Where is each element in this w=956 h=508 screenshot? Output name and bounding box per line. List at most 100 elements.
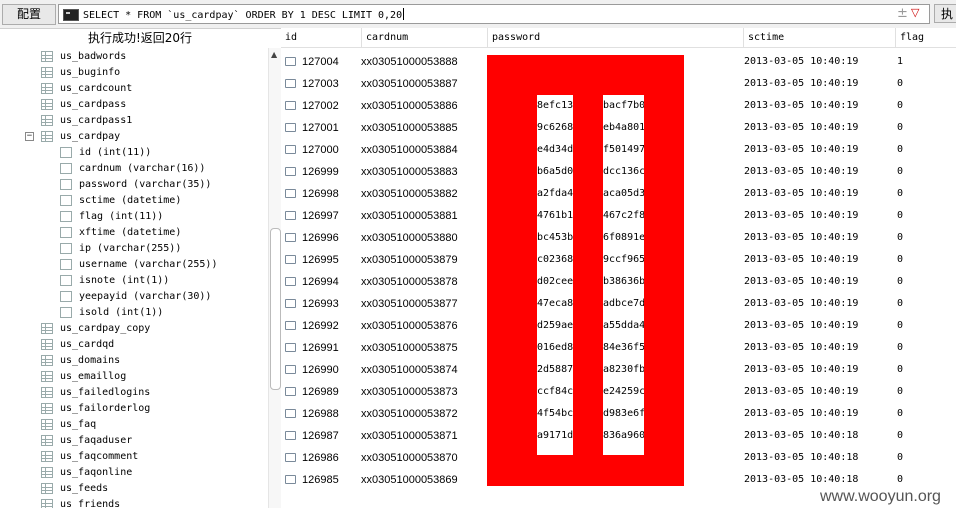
cell-password-fragment: 9ccf965	[603, 254, 644, 265]
cell-cardnum: xx03051000053872	[361, 408, 458, 420]
cell-flag: 0	[897, 342, 904, 353]
cell-password-fragment: eb4a801	[603, 122, 644, 133]
row-icon	[285, 255, 296, 264]
cell-cardnum: xx03051000053869	[361, 474, 458, 486]
cell-password-fragment: b6a5d0	[537, 166, 573, 177]
row-icon	[285, 79, 296, 88]
scroll-up-icon[interactable]: ▲	[271, 50, 277, 59]
row-icon	[285, 299, 296, 308]
tree-item-label: us_failedlogins	[60, 387, 151, 398]
table-icon	[41, 419, 53, 430]
cell-flag: 0	[897, 452, 904, 463]
cell-flag: 0	[897, 320, 904, 331]
row-icon	[285, 233, 296, 242]
cell-sctime: 2013-03-05 10:40:19	[744, 100, 859, 111]
cell-flag: 0	[897, 232, 904, 243]
column-icon	[60, 275, 72, 286]
execute-button[interactable]: 执	[934, 4, 956, 23]
column-header-sctime[interactable]: sctime	[743, 28, 895, 47]
cell-password-fragment: 4f54bc	[537, 408, 573, 419]
cell-sctime: 2013-03-05 10:40:19	[744, 56, 859, 67]
cell-id: 126988	[302, 408, 339, 420]
chevron-down-icon[interactable]: ▽	[911, 6, 919, 19]
column-icon	[60, 259, 72, 270]
cell-sctime: 2013-03-05 10:40:19	[744, 276, 859, 287]
cell-flag: 0	[897, 298, 904, 309]
table-icon	[41, 115, 53, 126]
column-header-flag[interactable]: flag	[895, 28, 956, 47]
tree-item-label: password (varchar(35))	[79, 179, 212, 190]
tree-item-label: us_failorderlog	[60, 403, 151, 414]
column-header-id[interactable]: id	[281, 28, 361, 47]
row-icon	[285, 211, 296, 220]
cell-id: 126994	[302, 276, 339, 288]
cell-sctime: 2013-03-05 10:40:19	[744, 364, 859, 375]
table-icon	[41, 131, 53, 142]
cell-cardnum: xx03051000053878	[361, 276, 458, 288]
row-icon	[285, 453, 296, 462]
cell-id: 126993	[302, 298, 339, 310]
cell-password-fragment: 016ed8	[537, 342, 573, 353]
column-header-cardnum[interactable]: cardnum	[361, 28, 487, 47]
table-icon	[41, 435, 53, 446]
cell-password-fragment: a8230fb	[603, 364, 644, 375]
tree-item-label: us_badwords	[60, 51, 127, 62]
cell-flag: 0	[897, 122, 904, 133]
tree-item-label: us_cardpay_copy	[60, 323, 151, 334]
cell-password-fragment: bacf7b0	[603, 100, 644, 111]
tree-item-label: us_cardqd	[60, 339, 115, 350]
cell-cardnum: xx03051000053881	[361, 210, 458, 222]
table-icon	[41, 355, 53, 366]
row-icon	[285, 277, 296, 286]
cell-password-fragment: 84e36f5	[603, 342, 644, 353]
column-icon	[60, 163, 72, 174]
table-icon	[41, 467, 53, 478]
tree-item-label: us_friends	[60, 499, 121, 508]
table-icon	[41, 83, 53, 94]
row-icon	[285, 475, 296, 484]
cell-password-fragment: 47eca8	[537, 298, 573, 309]
cell-flag: 0	[897, 364, 904, 375]
plus-minus-icon[interactable]: ±	[897, 6, 908, 21]
scrollbar-thumb[interactable]	[270, 228, 281, 390]
tree-item-label: us_cardcount	[60, 83, 133, 94]
collapse-icon[interactable]: −	[25, 132, 34, 141]
cell-cardnum: xx03051000053887	[361, 78, 458, 90]
tree-item-label: isold (int(1))	[79, 307, 164, 318]
tree-scrollbar[interactable]: ▲	[268, 48, 281, 508]
tree-item-label: sctime (datetime)	[79, 195, 182, 206]
cell-sctime: 2013-03-05 10:40:19	[744, 408, 859, 419]
cell-flag: 0	[897, 386, 904, 397]
cell-cardnum: xx03051000053884	[361, 144, 458, 156]
cell-password-fragment: 6f0891e	[603, 232, 644, 243]
config-button[interactable]: 配置	[2, 4, 56, 25]
cell-cardnum: xx03051000053871	[361, 430, 458, 442]
column-icon	[60, 147, 72, 158]
cell-sctime: 2013-03-05 10:40:19	[744, 320, 859, 331]
cell-sctime: 2013-03-05 10:40:19	[744, 232, 859, 243]
cell-sctime: 2013-03-05 10:40:19	[744, 188, 859, 199]
row-icon	[285, 57, 296, 66]
tree-item-label: id (int(11))	[79, 147, 152, 158]
cell-password-fragment: 836a960	[603, 430, 644, 441]
cell-password-fragment: adbce7d	[603, 298, 644, 309]
tree-item-label: us_buginfo	[60, 67, 121, 78]
tree-item-label: us_faq	[60, 419, 97, 430]
row-icon	[285, 189, 296, 198]
sql-query-input[interactable]: SELECT * FROM `us_cardpay` ORDER BY 1 DE…	[58, 4, 930, 24]
cell-cardnum: xx03051000053879	[361, 254, 458, 266]
column-icon	[60, 227, 72, 238]
column-header-password[interactable]: password	[487, 28, 743, 47]
tree-item-label: ip (varchar(255))	[79, 243, 182, 254]
tree-item-label: us_faqaduser	[60, 435, 133, 446]
cell-cardnum: xx03051000053877	[361, 298, 458, 310]
column-icon	[60, 195, 72, 206]
cell-id: 126999	[302, 166, 339, 178]
table-icon	[41, 483, 53, 494]
table-icon	[41, 499, 53, 508]
column-icon	[60, 291, 72, 302]
cell-password-fragment: b38636b	[603, 276, 644, 287]
cell-cardnum: xx03051000053882	[361, 188, 458, 200]
cell-flag: 0	[897, 188, 904, 199]
row-icon	[285, 167, 296, 176]
